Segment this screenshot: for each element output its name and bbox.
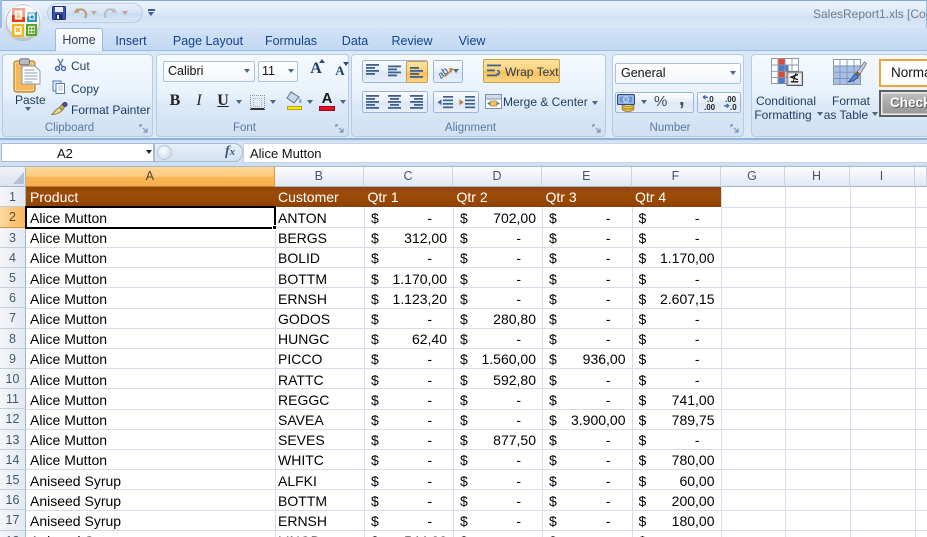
svg-text:.00: .00 [704, 103, 716, 111]
svg-text:.0: .0 [730, 103, 737, 111]
